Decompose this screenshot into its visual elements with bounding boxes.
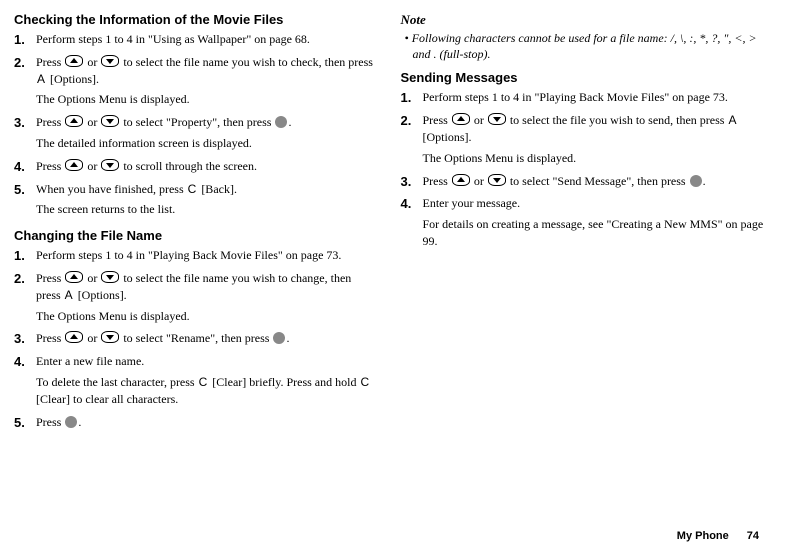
step-text: to select "Send Message", then press <box>507 174 689 188</box>
step-text: When you have finished, press <box>36 182 187 196</box>
step-sub: To delete the last character, press C [C… <box>36 374 379 408</box>
center-key-icon <box>273 332 285 344</box>
softkey-c: C <box>188 182 197 196</box>
heading-checking-info: Checking the Information of the Movie Fi… <box>14 12 379 27</box>
down-key-icon <box>101 115 119 127</box>
step-text: or <box>84 159 100 173</box>
step-text: to scroll through the screen. <box>120 159 257 173</box>
down-key-icon <box>488 174 506 186</box>
up-key-icon <box>452 113 470 125</box>
step-text: Press <box>423 113 451 127</box>
heading-sending-messages: Sending Messages <box>401 70 766 85</box>
step-text: [Options]. <box>75 288 127 302</box>
step-1: Perform steps 1 to 4 in "Using as Wallpa… <box>36 31 379 48</box>
step-text: To delete the last character, press <box>36 375 198 389</box>
step-2: Press or to select the file name you wis… <box>36 54 379 108</box>
step-text: or <box>84 271 100 285</box>
note-heading: Note <box>401 12 766 28</box>
steps-checking-info: Perform steps 1 to 4 in "Using as Wallpa… <box>14 31 379 218</box>
softkey-c: C <box>199 375 208 389</box>
up-key-icon <box>65 331 83 343</box>
steps-sending-messages: Perform steps 1 to 4 in "Playing Back Mo… <box>401 89 766 249</box>
step-5: When you have finished, press C [Back]. … <box>36 181 379 219</box>
up-key-icon <box>65 55 83 67</box>
step-sub: For details on creating a message, see "… <box>423 216 766 250</box>
step-sub: The Options Menu is displayed. <box>36 308 379 325</box>
up-key-icon <box>65 271 83 283</box>
step-text: to select the file name you wish to chec… <box>120 55 373 69</box>
step-text: [Back]. <box>198 182 237 196</box>
up-key-icon <box>65 115 83 127</box>
step-text: Press <box>36 415 64 429</box>
up-key-icon <box>65 159 83 171</box>
heading-changing-filename: Changing the File Name <box>14 228 379 243</box>
footer-page-number: 74 <box>747 530 759 542</box>
step-text: . <box>78 415 81 429</box>
step-text: [Clear] to clear all characters. <box>36 392 178 406</box>
step-text: Press <box>36 159 64 173</box>
step-5: Press . <box>36 414 379 431</box>
step-text: Press <box>36 55 64 69</box>
step-2: Press or to select the file you wish to … <box>423 112 766 166</box>
softkey-a: A <box>37 72 45 86</box>
note-bullet: • <box>405 31 412 45</box>
step-3: Press or to select "Send Message", then … <box>423 173 766 190</box>
step-text: [Options]. <box>47 72 99 86</box>
step-text: to select "Property", then press <box>120 115 274 129</box>
up-key-icon <box>452 174 470 186</box>
softkey-c: C <box>360 375 369 389</box>
step-sub: The Options Menu is displayed. <box>36 91 379 108</box>
step-sub: The detailed information screen is displ… <box>36 135 379 152</box>
step-text: . <box>286 331 289 345</box>
step-1: Perform steps 1 to 4 in "Playing Back Mo… <box>423 89 766 106</box>
step-text: Press <box>36 271 64 285</box>
down-key-icon <box>488 113 506 125</box>
step-text: Perform steps 1 to 4 in "Playing Back Mo… <box>36 248 341 262</box>
step-text: or <box>84 331 100 345</box>
step-text: to select "Rename", then press <box>120 331 272 345</box>
step-text: [Options]. <box>423 130 472 144</box>
softkey-a: A <box>65 288 73 302</box>
step-text: . <box>703 174 706 188</box>
center-key-icon <box>65 416 77 428</box>
step-text: or <box>471 174 487 188</box>
note-text: Following characters cannot be used for … <box>412 31 757 61</box>
note-body: • Following characters cannot be used fo… <box>401 30 766 62</box>
down-key-icon <box>101 331 119 343</box>
step-text: Press <box>36 331 64 345</box>
down-key-icon <box>101 159 119 171</box>
step-text: to select the file you wish to send, the… <box>507 113 728 127</box>
step-text: Perform steps 1 to 4 in "Playing Back Mo… <box>423 90 728 104</box>
step-text: or <box>84 115 100 129</box>
step-text: . <box>288 115 291 129</box>
steps-changing-filename: Perform steps 1 to 4 in "Playing Back Mo… <box>14 247 379 430</box>
center-key-icon <box>690 175 702 187</box>
step-text: Enter a new file name. <box>36 354 144 368</box>
step-1: Perform steps 1 to 4 in "Playing Back Mo… <box>36 247 379 264</box>
step-text: or <box>471 113 487 127</box>
step-text: Press <box>36 115 64 129</box>
down-key-icon <box>101 55 119 67</box>
step-text: Perform steps 1 to 4 in "Using as Wallpa… <box>36 32 310 46</box>
right-column: Note • Following characters cannot be us… <box>401 10 766 440</box>
softkey-a: A <box>728 113 736 127</box>
down-key-icon <box>101 271 119 283</box>
step-2: Press or to select the file name you wis… <box>36 270 379 324</box>
center-key-icon <box>275 116 287 128</box>
step-sub: The screen returns to the list. <box>36 201 379 218</box>
step-3: Press or to select "Property", then pres… <box>36 114 379 152</box>
step-4: Enter a new file name. To delete the las… <box>36 353 379 407</box>
step-text: Enter your message. <box>423 196 521 210</box>
step-text: [Clear] briefly. Press and hold <box>209 375 359 389</box>
step-text: Press <box>423 174 451 188</box>
step-3: Press or to select "Rename", then press … <box>36 330 379 347</box>
step-4: Press or to scroll through the screen. <box>36 158 379 175</box>
step-sub: The Options Menu is displayed. <box>423 150 766 167</box>
step-text: or <box>84 55 100 69</box>
footer-section: My Phone <box>677 530 729 542</box>
step-4: Enter your message. For details on creat… <box>423 195 766 249</box>
page-footer: My Phone 74 <box>677 530 759 542</box>
left-column: Checking the Information of the Movie Fi… <box>14 10 379 440</box>
